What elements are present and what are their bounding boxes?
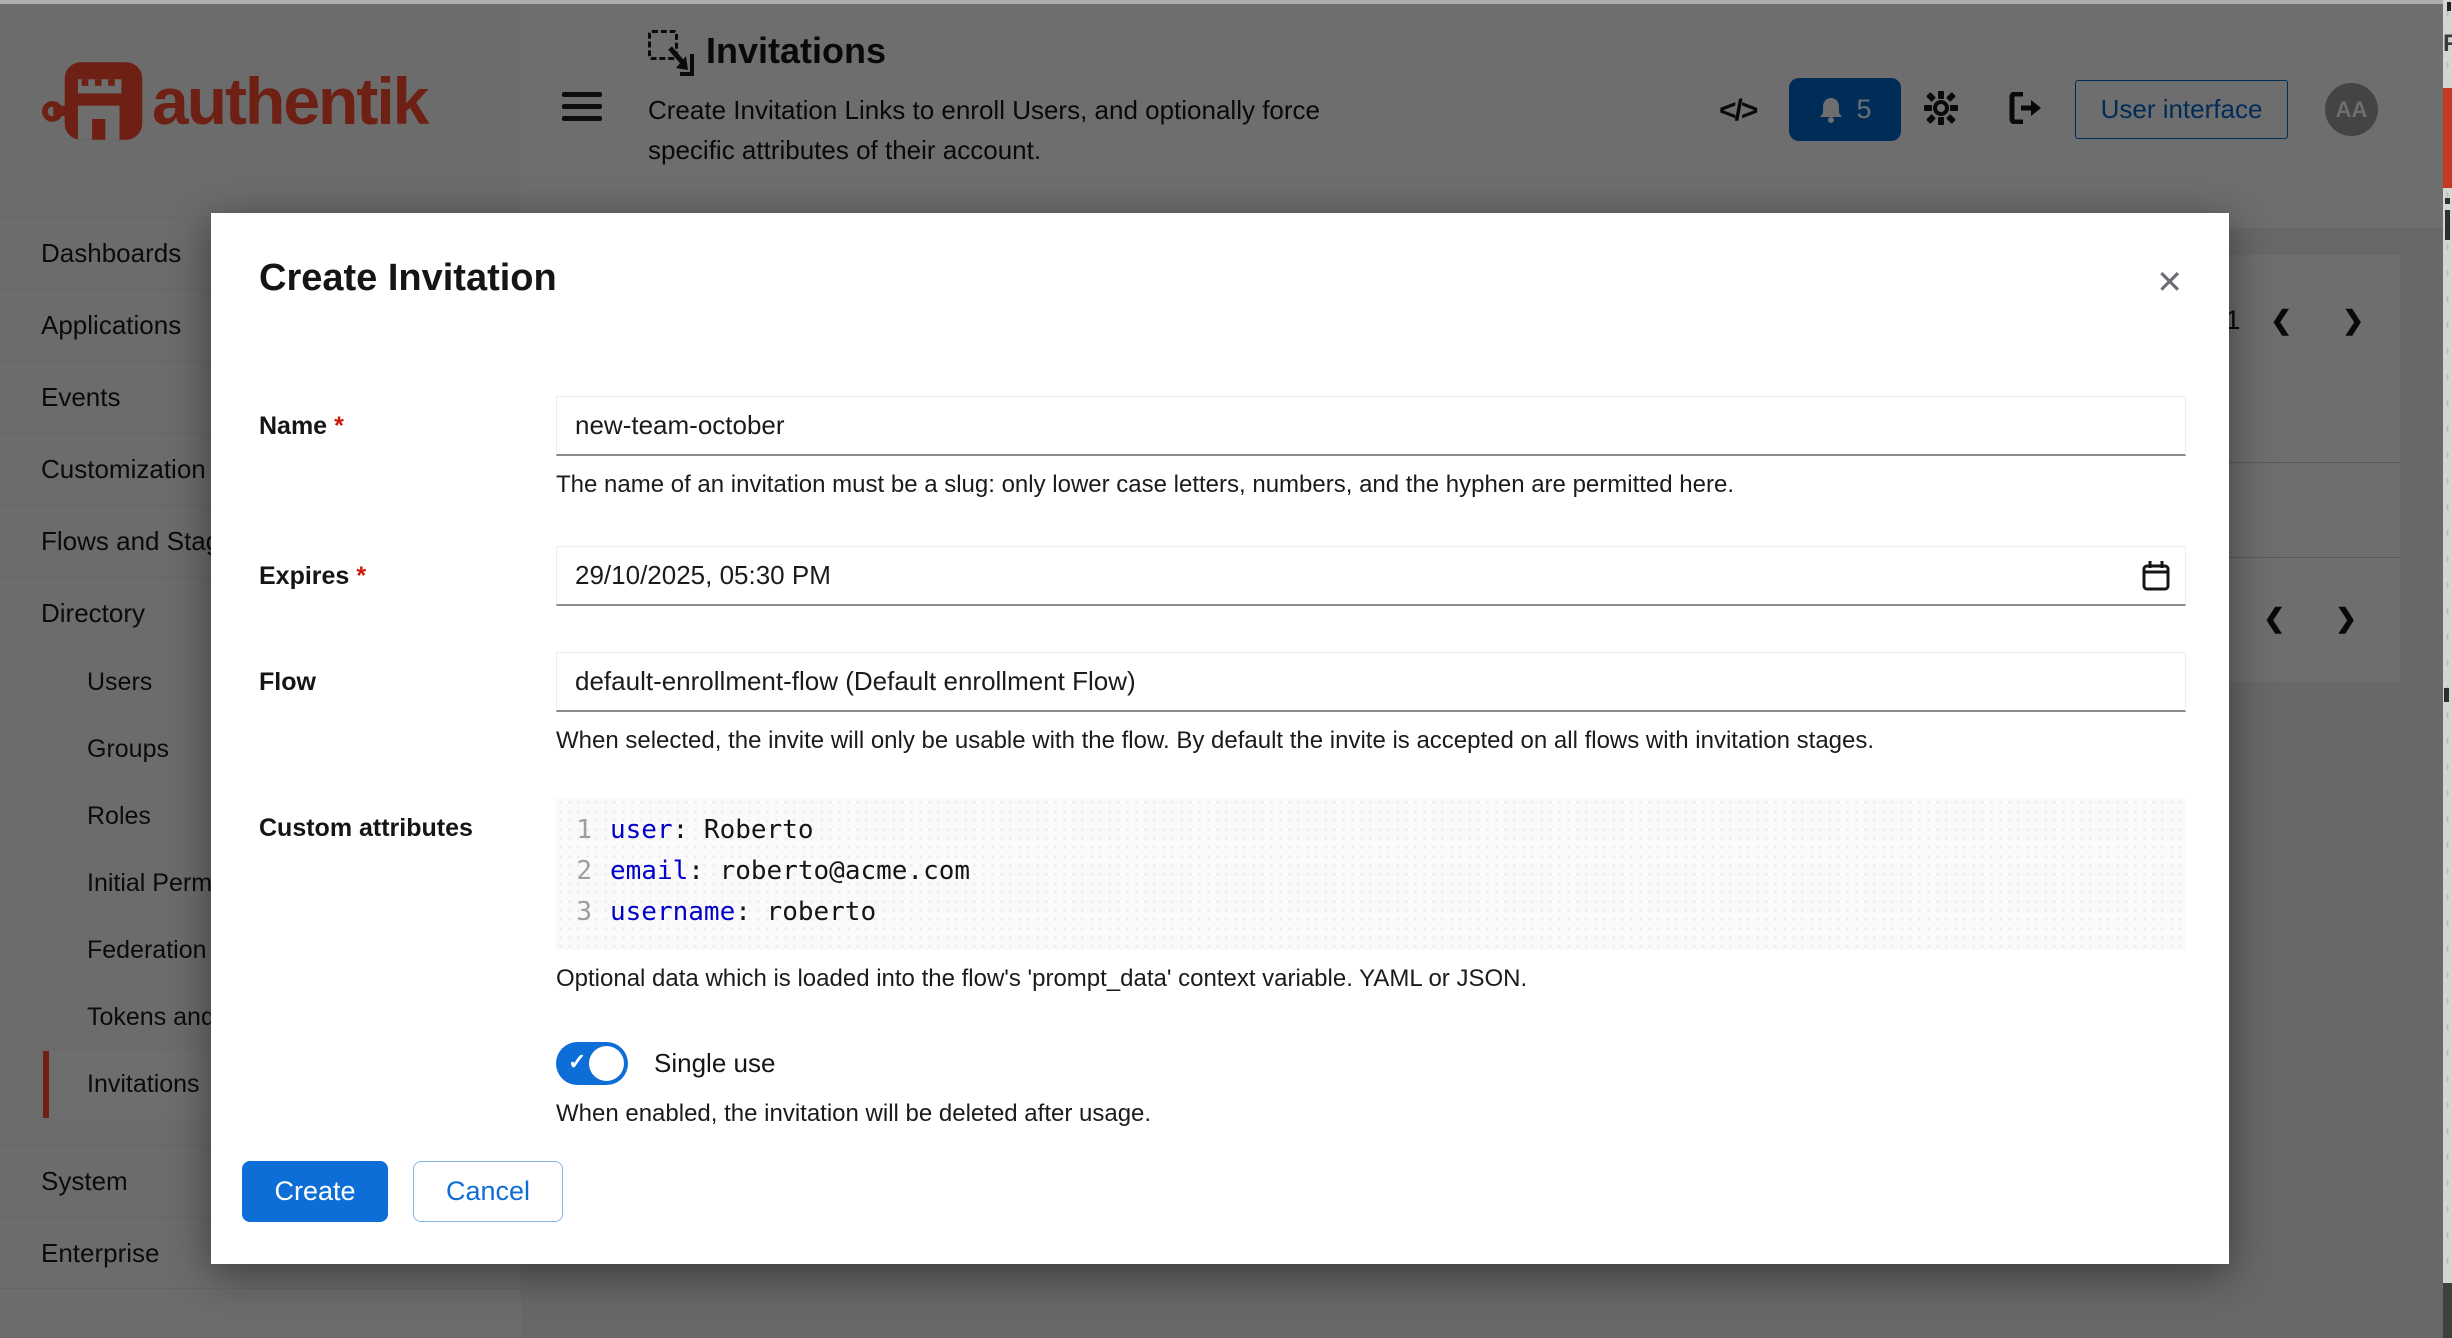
create-invitation-modal: Create Invitation ✕ Name* The name of an… [211, 213, 2229, 1264]
screen: authentik Dashboards Applications Events… [0, 0, 2452, 1338]
close-icon[interactable]: ✕ [2156, 263, 2183, 301]
check-icon: ✓ [568, 1049, 586, 1075]
flow-select[interactable] [556, 652, 2186, 712]
single-use-help: When enabled, the invitation will be del… [556, 1097, 2186, 1131]
code-line: user: Roberto [610, 810, 970, 851]
window-top-edge [0, 0, 2452, 4]
editor-line-numbers: 1 2 3 [556, 810, 602, 950]
strip-mid-mark [2444, 688, 2449, 702]
modal-footer: Create Cancel [242, 1161, 2186, 1222]
strip-i-bar [2445, 210, 2450, 240]
modal-title: Create Invitation [259, 257, 2181, 300]
expires-input[interactable] [556, 546, 2186, 606]
required-marker: * [356, 562, 366, 590]
strip-i-dot [2445, 198, 2450, 204]
expires-row: Expires* [259, 546, 2186, 606]
custom-attributes-row: Custom attributes 1 2 3 user: Roberto em… [259, 798, 2186, 996]
calendar-icon[interactable] [2142, 560, 2170, 592]
custom-attributes-help: Optional data which is loaded into the f… [556, 962, 2186, 996]
required-marker: * [334, 412, 344, 440]
right-edge-strip: F [2443, 0, 2452, 1338]
flow-help: When selected, the invite will only be u… [556, 724, 2186, 758]
expires-label: Expires* [259, 546, 556, 591]
invitation-form: Name* The name of an invitation must be … [259, 396, 2186, 1222]
single-use-label: Single use [654, 1048, 775, 1079]
code-line: email: roberto@acme.com [610, 851, 970, 892]
code-line: username: roberto [610, 892, 970, 933]
editor-code: user: Roberto email: roberto@acme.com us… [602, 810, 970, 950]
flow-label: Flow [259, 652, 556, 697]
flow-row: Flow When selected, the invite will only… [259, 652, 2186, 758]
strip-top-mark [2447, 2, 2451, 11]
name-input[interactable] [556, 396, 2186, 456]
cancel-button[interactable]: Cancel [413, 1161, 563, 1222]
strip-red-marker [2443, 88, 2452, 188]
strip-letter: F [2443, 30, 2452, 58]
strip-bottom-block [2443, 1283, 2452, 1338]
single-use-toggle[interactable]: ✓ [556, 1042, 628, 1085]
yaml-code-editor[interactable]: 1 2 3 user: Roberto email: roberto@acme.… [556, 798, 2186, 950]
single-use-row: ✓ Single use When enabled, the invitatio… [259, 1042, 2186, 1131]
name-label: Name* [259, 396, 556, 441]
name-row: Name* The name of an invitation must be … [259, 396, 2186, 502]
custom-attributes-label: Custom attributes [259, 798, 556, 843]
name-help: The name of an invitation must be a slug… [556, 468, 2186, 502]
create-button[interactable]: Create [242, 1161, 388, 1222]
